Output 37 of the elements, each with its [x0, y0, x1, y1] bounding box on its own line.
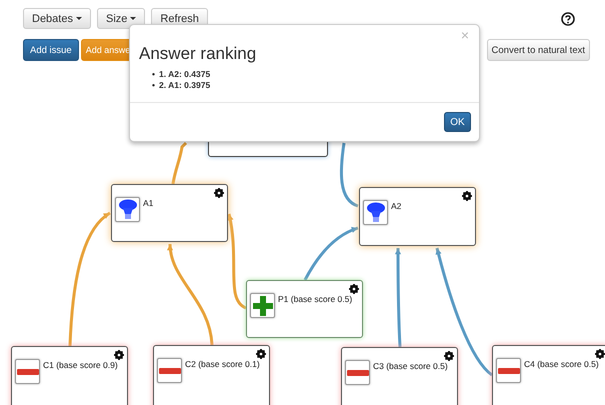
- node-label: A1: [143, 198, 154, 208]
- minus-icon: [158, 368, 180, 374]
- gear-icon[interactable]: [462, 191, 472, 201]
- gear-icon[interactable]: [256, 349, 266, 359]
- node-label: C2 (base score 0.1): [185, 359, 260, 369]
- action-button[interactable]: Add issue: [23, 39, 79, 61]
- gear-icon[interactable]: [114, 350, 124, 360]
- gear-icon[interactable]: [214, 188, 224, 198]
- bullet: •: [152, 69, 155, 79]
- node-label: A2: [391, 201, 402, 211]
- argument-node[interactable]: A2: [359, 187, 476, 246]
- argument-node[interactable]: C1 (base score 0.9): [11, 346, 128, 405]
- argument-node[interactable]: C3 (base score 0.5): [341, 347, 458, 405]
- gear-icon[interactable]: [595, 349, 605, 359]
- minus-icon: [498, 368, 520, 374]
- caret-icon: [130, 17, 136, 20]
- ok-button[interactable]: OK: [444, 112, 471, 132]
- bullet: •: [152, 80, 155, 90]
- node-label: C3 (base score 0.5): [373, 361, 448, 371]
- menu-button[interactable]: Size: [96, 8, 146, 29]
- argument-node[interactable]: C4 (base score 0.5): [492, 345, 605, 405]
- node-label: C1 (base score 0.9): [43, 360, 118, 370]
- argument-node[interactable]: A1: [111, 184, 228, 242]
- argument-node[interactable]: P1 (base score 0.5): [246, 280, 363, 338]
- node-label: P1 (base score 0.5): [278, 294, 352, 304]
- minus-icon: [16, 368, 38, 374]
- argument-node[interactable]: C2 (base score 0.1): [153, 345, 270, 405]
- convert-button[interactable]: Convert to natural text: [486, 39, 590, 61]
- menu-button[interactable]: Debates: [23, 8, 91, 29]
- gear-icon[interactable]: [349, 284, 359, 294]
- minus-icon: [346, 370, 368, 376]
- gear-icon[interactable]: [444, 351, 454, 361]
- help-icon[interactable]: [561, 12, 575, 26]
- ranking-item: 2. A1: 0.3975: [158, 80, 210, 90]
- node-label: C4 (base score 0.5): [524, 359, 599, 369]
- ranking-item: 1. A2: 0.4375: [158, 69, 210, 79]
- caret-icon: [76, 17, 82, 20]
